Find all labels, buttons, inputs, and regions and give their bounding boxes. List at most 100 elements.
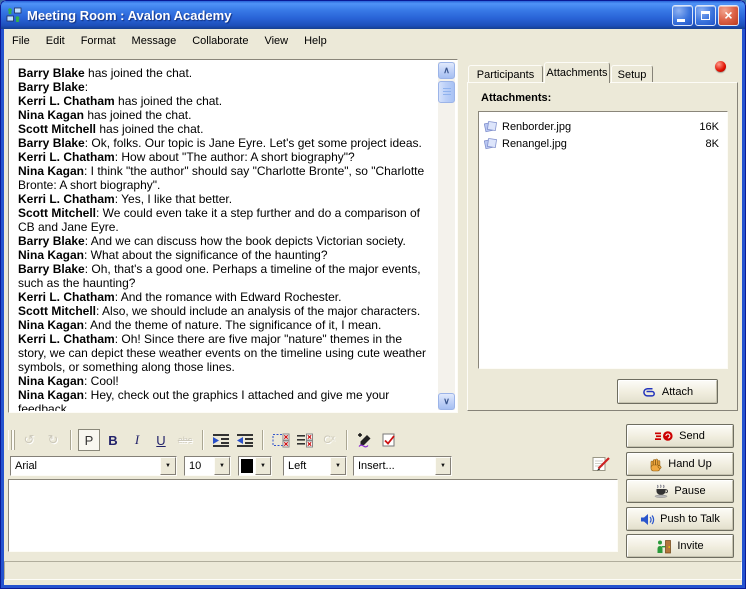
menu-file[interactable]: File [4, 32, 38, 50]
font-color-swatch [241, 459, 253, 473]
insert-combo[interactable]: Insert... ▼ [353, 456, 452, 476]
toolbar-separator [346, 430, 348, 450]
toolbar-separator [262, 430, 264, 450]
chat-sender: Nina Kagan [18, 164, 84, 178]
hand-up-button-label: Hand Up [668, 458, 711, 470]
menu-help[interactable]: Help [296, 32, 335, 50]
chat-transcript[interactable]: Barry Blake has joined the chat. Barry B… [10, 61, 456, 411]
indent-increase-icon [212, 433, 230, 448]
font-size-combo[interactable]: 10 ▼ [184, 456, 231, 476]
paragraph-label: P [85, 433, 94, 448]
chat-message: Barry Blake has joined the chat. [18, 66, 430, 80]
menu-edit[interactable]: Edit [38, 32, 73, 50]
select-fields-button[interactable] [270, 429, 292, 451]
chat-message: Barry Blake: [18, 80, 430, 94]
toolbar-separator [202, 430, 204, 450]
send-button[interactable]: Send [626, 424, 734, 448]
symbol-icon: Cˣ [323, 434, 335, 446]
message-input[interactable] [8, 479, 618, 552]
menu-collaborate[interactable]: Collaborate [184, 32, 256, 50]
attachments-list[interactable]: Renborder.jpg 16K Renangel.jpg 8K [478, 111, 728, 369]
indent-decrease-button[interactable] [234, 429, 256, 451]
chat-text: : And we can discuss how the book depict… [85, 234, 406, 248]
spellcheck-button[interactable] [378, 429, 400, 451]
font-family-combo[interactable]: Arial ▼ [10, 456, 177, 476]
chat-text: : Also, we should include an analysis of… [96, 304, 420, 318]
pause-button-label: Pause [674, 485, 705, 497]
bold-button[interactable]: B [102, 429, 124, 451]
maximize-button[interactable] [695, 5, 716, 26]
attach-button[interactable]: Attach [617, 379, 718, 404]
attachment-row[interactable]: Renangel.jpg 8K [479, 135, 727, 152]
hand-icon [648, 457, 663, 472]
chevron-up-icon: ∧ [443, 66, 450, 75]
close-button[interactable]: × [718, 5, 739, 26]
draw-pen-button[interactable] [354, 429, 376, 451]
attachment-row[interactable]: Renborder.jpg 16K [479, 118, 727, 135]
invite-button[interactable]: Invite [626, 534, 734, 558]
pause-button[interactable]: Pause [626, 479, 734, 503]
chat-sender: Barry Blake [18, 80, 85, 94]
indent-increase-button[interactable] [210, 429, 232, 451]
dropdown-arrow-icon[interactable]: ▼ [160, 457, 176, 475]
list-fields-button[interactable] [294, 429, 316, 451]
underline-button[interactable]: U [150, 429, 172, 451]
alignment-value: Left [284, 457, 330, 475]
menu-bar: File Edit Format Message Collaborate Vie… [4, 30, 742, 52]
push-to-talk-button[interactable]: Push to Talk [626, 507, 734, 531]
chat-message: Kerri L. Chatham: And the romance with E… [18, 290, 430, 304]
minimize-button[interactable] [672, 5, 693, 26]
scroll-down-button[interactable]: ∨ [438, 393, 455, 410]
tab-attachments[interactable]: Attachments [544, 62, 610, 83]
coffee-cup-icon [654, 484, 669, 498]
paragraph-style-button[interactable]: P [78, 429, 100, 451]
chat-sender: Kerri L. Chatham [18, 290, 115, 304]
font-color-combo[interactable]: ▼ [238, 456, 272, 476]
invite-person-door-icon [656, 539, 672, 554]
italic-button[interactable]: I [126, 429, 148, 451]
tab-participants[interactable]: Participants [468, 65, 543, 83]
dropdown-arrow-icon[interactable]: ▼ [330, 457, 346, 475]
strikethrough-button: abc [174, 429, 196, 451]
dropdown-arrow-icon[interactable]: ▼ [214, 457, 230, 475]
chat-sender: Nina Kagan [18, 318, 84, 332]
chat-message: Barry Blake: Ok, folks. Our topic is Jan… [18, 136, 430, 150]
chat-sender: Barry Blake [18, 66, 85, 80]
chat-sender: Nina Kagan [18, 374, 84, 388]
dropdown-arrow-icon[interactable]: ▼ [435, 457, 451, 475]
chat-sender: Barry Blake [18, 136, 85, 150]
font-family-value: Arial [11, 457, 160, 475]
chat-message: Kerri L. Chatham: Oh! Since there are fi… [18, 332, 430, 374]
meeting-room-window: Meeting Room : Avalon Academy × File Edi… [0, 0, 746, 589]
edit-note-button[interactable] [592, 455, 613, 478]
scroll-thumb[interactable] [438, 81, 455, 103]
dropdown-arrow-icon[interactable]: ▼ [255, 457, 271, 475]
chat-message: Kerri L. Chatham: Yes, I like that bette… [18, 192, 430, 206]
file-note-icon [484, 137, 498, 151]
chat-message: Kerri L. Chatham: How about "The author:… [18, 150, 430, 164]
chat-sender: Kerri L. Chatham [18, 332, 115, 346]
toolbar-grip[interactable] [8, 430, 12, 450]
menu-format[interactable]: Format [73, 32, 124, 50]
chat-text: has joined the chat. [85, 66, 192, 80]
italic-icon: I [135, 432, 139, 448]
menu-message[interactable]: Message [124, 32, 185, 50]
tab-setup[interactable]: Setup [611, 65, 653, 83]
menu-view[interactable]: View [256, 32, 296, 50]
chat-sender: Kerri L. Chatham [18, 150, 115, 164]
chat-message: Barry Blake: Oh, that's a good one. Perh… [18, 262, 430, 290]
chat-message: Scott Mitchell has joined the chat. [18, 122, 430, 136]
hand-up-button[interactable]: Hand Up [626, 452, 734, 476]
title-bar[interactable]: Meeting Room : Avalon Academy × [1, 1, 745, 29]
alignment-combo[interactable]: Left ▼ [283, 456, 347, 476]
minimize-icon [677, 19, 685, 22]
attachment-name: Renborder.jpg [502, 121, 699, 133]
chat-text: : Cool! [84, 374, 119, 388]
chat-sender: Kerri L. Chatham [18, 94, 115, 108]
chat-message: Nina Kagan: What about the significance … [18, 248, 430, 262]
scroll-up-button[interactable]: ∧ [438, 62, 455, 79]
push-to-talk-button-label: Push to Talk [660, 513, 720, 525]
underline-icon: U [156, 433, 165, 448]
chat-scrollbar[interactable]: ∧ ∨ [438, 62, 455, 410]
bold-icon: B [108, 433, 117, 448]
